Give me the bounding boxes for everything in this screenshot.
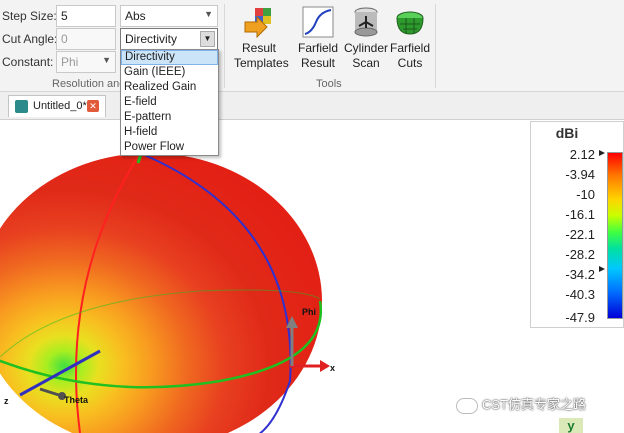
cylinder-scan-icon	[354, 7, 378, 37]
max-marker-icon	[599, 150, 605, 156]
colorbar-tick: -22.1	[565, 227, 595, 242]
color-legend: dBi 2.12 -3.94 -10 -16.1 -22.1 -28.2 -34…	[530, 121, 624, 328]
wechat-icon	[456, 397, 478, 414]
farfield-cuts-label: Farfield Cuts	[389, 41, 430, 70]
dropdown-option[interactable]: Realized Gain	[121, 80, 218, 95]
dropdown-option[interactable]: E-pattern	[121, 110, 218, 125]
step-size-input[interactable]: 5	[56, 5, 116, 27]
axis-label-phi: Phi	[302, 307, 317, 317]
cut-angle-label: Cut Angle:	[2, 32, 58, 46]
step-size-label: Step Size:	[2, 9, 57, 23]
axis-label-x: x	[330, 363, 336, 373]
axis-label-z: z	[4, 396, 9, 406]
colorbar-tick: -47.9	[565, 310, 595, 325]
current-marker-icon	[599, 266, 605, 272]
watermark: CST仿真专家之路	[456, 394, 586, 414]
colorbar-tick: -3.94	[565, 167, 595, 182]
farfield-result-button[interactable]: Farfield Result	[293, 6, 343, 71]
cylinder-scan-label: Cylinder Scan	[343, 41, 388, 70]
tab-label: Untitled_0*	[33, 100, 87, 112]
chevron-down-icon: ▼	[102, 55, 111, 65]
group-caption-tools: Tools	[316, 78, 342, 90]
farfield-cuts-button[interactable]: Farfield Cuts	[385, 6, 435, 71]
colorbar-tick: 2.12	[569, 147, 595, 162]
chevron-down-icon: ▼	[200, 31, 215, 47]
constant-select[interactable]: Phi ▼	[56, 51, 116, 73]
colorbar-tick: -40.3	[565, 287, 595, 302]
farfield-cuts-icon	[396, 11, 424, 35]
ribbon-divider	[224, 4, 225, 88]
colorbar-tick: -10	[576, 187, 595, 202]
abs-select[interactable]: Abs ▼	[120, 5, 218, 27]
dropdown-option[interactable]: Directivity	[121, 50, 218, 65]
colorbar-tick: -34.2	[565, 267, 595, 282]
abs-value: Abs	[125, 9, 146, 23]
cylinder-scan-button[interactable]: Cylinder Scan	[341, 6, 391, 71]
colorbar-tick: -28.2	[565, 247, 595, 262]
dropdown-option[interactable]: Power Flow	[121, 140, 218, 155]
colorbar-gradient	[607, 152, 623, 319]
farfield-result-icon	[302, 6, 334, 38]
colorbar-tick: -16.1	[565, 207, 595, 222]
result-templates-icon	[244, 8, 271, 38]
cut-angle-input[interactable]: 0	[56, 28, 116, 50]
result-templates-button[interactable]: Result Templates	[234, 6, 289, 71]
colorbar-markers	[599, 150, 605, 272]
quantity-dropdown-list: Directivity Gain (IEEE) Realized Gain E-…	[120, 49, 219, 156]
dropdown-option[interactable]: E-field	[121, 95, 218, 110]
x-axis-arrow	[320, 360, 330, 372]
quantity-value: Directivity	[125, 32, 178, 46]
watermark-text: CST仿真专家之路	[482, 397, 587, 412]
group-caption-resolution: Resolution and	[52, 78, 126, 90]
constant-value: Phi	[61, 55, 79, 69]
colorbar-unit: dBi	[555, 125, 579, 141]
ribbon: Step Size: 5 Cut Angle: 0 Constant: Phi …	[0, 0, 624, 92]
quantity-select[interactable]: Directivity ▼	[120, 28, 218, 50]
farfield-result-label: Farfield Result	[297, 41, 338, 70]
dropdown-option[interactable]: H-field	[121, 125, 218, 140]
document-tab-strip: Untitled_0* ✕	[0, 92, 624, 120]
tab-untitled[interactable]: Untitled_0* ✕	[8, 95, 106, 117]
axis-label-y: y	[559, 418, 583, 433]
result-templates-label: Result Templates	[234, 41, 289, 70]
ribbon-divider	[435, 4, 436, 88]
axis-label-theta: Theta	[64, 395, 89, 405]
constant-label: Constant:	[2, 55, 54, 69]
chevron-down-icon: ▼	[204, 9, 213, 19]
close-icon[interactable]: ✕	[87, 100, 99, 112]
dropdown-option[interactable]: Gain (IEEE)	[121, 65, 218, 80]
document-icon	[15, 100, 28, 113]
